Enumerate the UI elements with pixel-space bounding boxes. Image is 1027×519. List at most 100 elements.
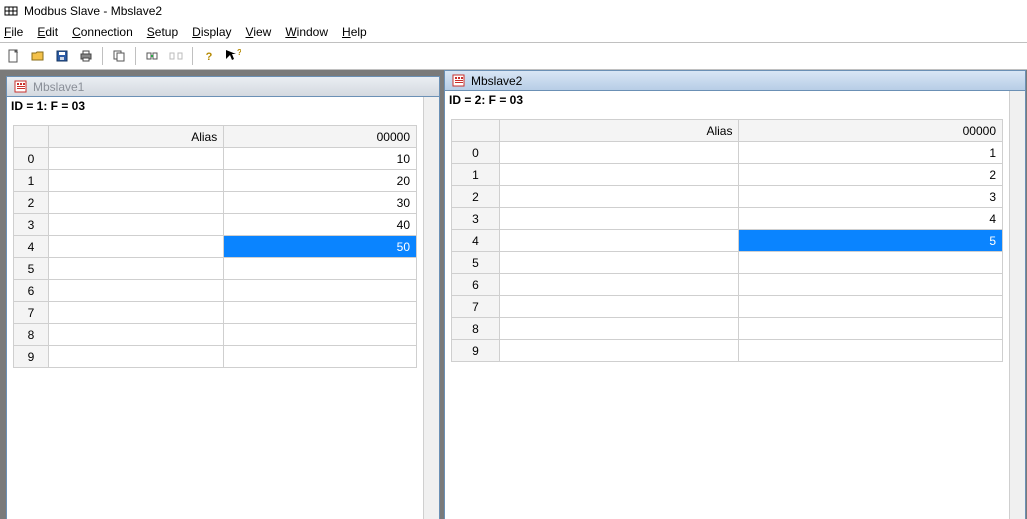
cell-value[interactable]: 40: [224, 214, 417, 236]
menu-edit[interactable]: Edit: [37, 25, 58, 39]
table-row[interactable]: 34: [452, 208, 1003, 230]
cell-value[interactable]: [739, 318, 1003, 340]
row-header[interactable]: 3: [14, 214, 49, 236]
table-row[interactable]: 4 50: [14, 236, 417, 258]
connect-icon[interactable]: [142, 46, 162, 66]
row-header[interactable]: 8: [452, 318, 500, 340]
cell-value[interactable]: [224, 346, 417, 368]
cell-alias[interactable]: [49, 302, 224, 324]
menu-connection[interactable]: Connection: [72, 25, 133, 39]
row-header[interactable]: 4: [452, 230, 500, 252]
new-icon[interactable]: [4, 46, 24, 66]
table-row[interactable]: 9: [14, 346, 417, 368]
cell-value[interactable]: 2: [739, 164, 1003, 186]
menu-window[interactable]: Window: [285, 25, 328, 39]
save-icon[interactable]: [52, 46, 72, 66]
open-icon[interactable]: [28, 46, 48, 66]
cell-alias[interactable]: [49, 170, 224, 192]
table-row[interactable]: 8: [452, 318, 1003, 340]
cell-alias[interactable]: [499, 252, 739, 274]
row-header[interactable]: 0: [452, 142, 500, 164]
cell-value[interactable]: [739, 252, 1003, 274]
table-row[interactable]: 6: [452, 274, 1003, 296]
menu-setup[interactable]: Setup: [147, 25, 178, 39]
disconnect-icon[interactable]: [166, 46, 186, 66]
table-row[interactable]: 5: [452, 252, 1003, 274]
row-header[interactable]: 1: [14, 170, 49, 192]
whatsthis-icon[interactable]: ?: [223, 46, 243, 66]
table-row[interactable]: 45: [452, 230, 1003, 252]
row-header[interactable]: 3: [452, 208, 500, 230]
row-header[interactable]: 2: [14, 192, 49, 214]
cell-alias[interactable]: [49, 236, 224, 258]
cell-alias[interactable]: [499, 274, 739, 296]
cell-alias[interactable]: [49, 214, 224, 236]
cell-value[interactable]: [224, 258, 417, 280]
print-icon[interactable]: [76, 46, 96, 66]
row-header[interactable]: 5: [14, 258, 49, 280]
cell-value[interactable]: 5: [739, 230, 1003, 252]
row-header[interactable]: 1: [452, 164, 500, 186]
vertical-scrollbar[interactable]: [423, 97, 439, 519]
table-row[interactable]: 6: [14, 280, 417, 302]
cell-alias[interactable]: [499, 318, 739, 340]
cell-value[interactable]: 20: [224, 170, 417, 192]
cell-value[interactable]: 30: [224, 192, 417, 214]
cell-alias[interactable]: [49, 280, 224, 302]
table-row[interactable]: 8: [14, 324, 417, 346]
row-header[interactable]: 0: [14, 148, 49, 170]
cell-alias[interactable]: [499, 296, 739, 318]
table-row[interactable]: 12: [452, 164, 1003, 186]
register-table[interactable]: Alias0000001012023034045056789: [13, 125, 417, 368]
cell-value[interactable]: [224, 280, 417, 302]
row-header[interactable]: 9: [452, 340, 500, 362]
cell-value[interactable]: 3: [739, 186, 1003, 208]
table-row[interactable]: 1 20: [14, 170, 417, 192]
cell-value[interactable]: 1: [739, 142, 1003, 164]
register-table[interactable]: Alias00000011223344556789: [451, 119, 1003, 362]
cell-value[interactable]: [224, 324, 417, 346]
table-row[interactable]: 010: [14, 148, 417, 170]
row-header[interactable]: 8: [14, 324, 49, 346]
cell-value[interactable]: 4: [739, 208, 1003, 230]
row-header[interactable]: 6: [14, 280, 49, 302]
table-row[interactable]: 2 30: [14, 192, 417, 214]
child-window-titlebar[interactable]: Mbslave2: [445, 71, 1025, 91]
cell-alias[interactable]: [49, 148, 224, 170]
cell-alias[interactable]: [49, 258, 224, 280]
cell-alias[interactable]: [499, 230, 739, 252]
cell-alias[interactable]: [49, 346, 224, 368]
row-header[interactable]: 2: [452, 186, 500, 208]
cell-alias[interactable]: [49, 324, 224, 346]
row-header[interactable]: 7: [452, 296, 500, 318]
cell-value[interactable]: [739, 274, 1003, 296]
cell-alias[interactable]: [499, 208, 739, 230]
table-row[interactable]: 23: [452, 186, 1003, 208]
cell-alias[interactable]: [499, 164, 739, 186]
table-row[interactable]: 5: [14, 258, 417, 280]
menu-help[interactable]: Help: [342, 25, 367, 39]
child-window[interactable]: Mbslave1ID = 1: F = 03Alias0000001012023…: [6, 76, 440, 519]
cell-value[interactable]: [739, 340, 1003, 362]
table-row[interactable]: 01: [452, 142, 1003, 164]
table-row[interactable]: 7: [14, 302, 417, 324]
row-header[interactable]: 7: [14, 302, 49, 324]
row-header[interactable]: 4: [14, 236, 49, 258]
col-header-alias[interactable]: Alias: [49, 126, 224, 148]
cell-value[interactable]: 50: [224, 236, 417, 258]
table-row[interactable]: 7: [452, 296, 1003, 318]
menu-file[interactable]: File: [4, 25, 23, 39]
table-row[interactable]: 9: [452, 340, 1003, 362]
cell-alias[interactable]: [499, 142, 739, 164]
child-window[interactable]: Mbslave2ID = 2: F = 03Alias0000001122334…: [444, 70, 1026, 519]
col-header-value[interactable]: 00000: [739, 120, 1003, 142]
row-header[interactable]: 6: [452, 274, 500, 296]
table-row[interactable]: 3 40: [14, 214, 417, 236]
cell-alias[interactable]: [499, 340, 739, 362]
cell-value[interactable]: [224, 302, 417, 324]
row-header[interactable]: 5: [452, 252, 500, 274]
col-header-alias[interactable]: Alias: [499, 120, 739, 142]
menu-view[interactable]: View: [246, 25, 272, 39]
cell-value[interactable]: [739, 296, 1003, 318]
cell-alias[interactable]: [499, 186, 739, 208]
